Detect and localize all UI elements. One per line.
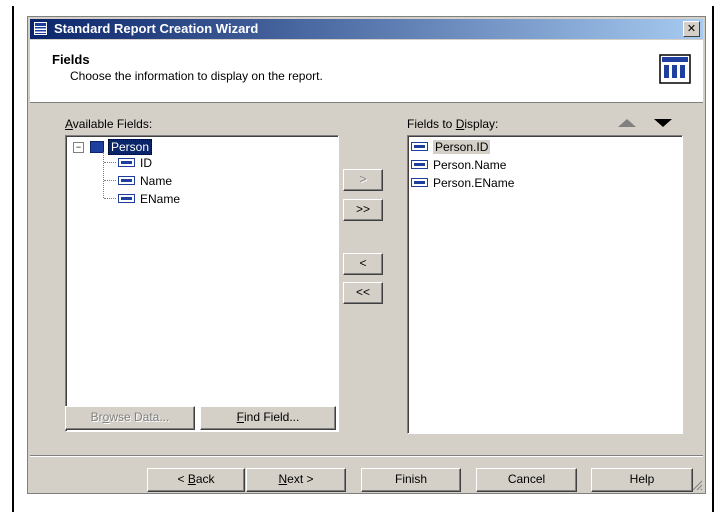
window-title: Standard Report Creation Wizard (54, 21, 259, 36)
tree-connector (104, 180, 116, 181)
tree-node-label: Name (140, 174, 173, 188)
close-icon: ✕ (686, 23, 697, 35)
tree-node-person[interactable]: − Person (66, 139, 266, 155)
title-bar[interactable]: Standard Report Creation Wizard ✕ (30, 19, 703, 39)
resize-grip-icon[interactable] (691, 479, 703, 491)
tree-connector (103, 152, 104, 198)
browse-data-button[interactable]: Browse Data... (65, 406, 195, 430)
available-fields-label-text: vailable Fields: (72, 117, 153, 131)
help-button[interactable]: Help (591, 468, 693, 492)
table-icon (90, 140, 104, 153)
button-mnemonic: B (187, 472, 196, 486)
report-grid-icon (659, 54, 691, 84)
button-mnemonic: F (236, 410, 244, 424)
page-title: Fields (52, 52, 90, 67)
display-list-item[interactable]: Person.Name (411, 157, 506, 173)
button-mnemonic: N (278, 472, 288, 486)
tree-connector (104, 162, 116, 163)
footer-separator (30, 455, 703, 457)
display-item-label: Person.ID (433, 140, 491, 154)
available-fields-tree[interactable]: − Person ID Name EName (65, 135, 339, 432)
tree-node-field[interactable]: Name (118, 173, 172, 189)
wizard-window: Standard Report Creation Wizard ✕ Fields… (27, 16, 706, 494)
display-list-item[interactable]: Person.EName (411, 175, 514, 191)
remove-all-fields-button[interactable]: << (343, 282, 383, 304)
button-text: ind Field... (243, 410, 300, 424)
field-icon (118, 176, 135, 186)
display-label-text: Fields to (407, 117, 456, 131)
close-button[interactable]: ✕ (683, 21, 700, 37)
button-text: ack (195, 472, 215, 486)
back-button[interactable]: < Back (147, 468, 245, 492)
available-fields-label: Available Fields: (65, 117, 152, 131)
next-button[interactable]: Next > (246, 468, 346, 492)
wizard-header: Fields Choose the information to display… (30, 40, 703, 103)
find-field-button[interactable]: Find Field... (200, 406, 336, 430)
wizard-app-icon (33, 21, 48, 36)
field-icon (411, 178, 428, 188)
tree-node-label: EName (140, 192, 181, 206)
field-icon (411, 160, 428, 170)
display-item-label: Person.EName (433, 176, 515, 190)
add-field-button[interactable]: > (343, 169, 383, 191)
cancel-button[interactable]: Cancel (476, 468, 577, 492)
field-icon (411, 142, 428, 152)
available-fields-mnemonic: A (65, 117, 73, 131)
button-text: < (177, 472, 188, 486)
collapse-icon[interactable]: − (73, 142, 84, 153)
button-text: ext > (287, 472, 314, 486)
move-down-icon[interactable] (654, 119, 672, 127)
field-icon (118, 158, 135, 168)
tree-connector (104, 198, 116, 199)
button-text: wse Data... (109, 410, 170, 424)
fields-to-display-label: Fields to Display: (407, 117, 498, 131)
move-up-icon[interactable] (618, 119, 636, 127)
tree-node-field[interactable]: ID (118, 155, 152, 171)
page-subtitle: Choose the information to display on the… (70, 69, 323, 83)
finish-button[interactable]: Finish (361, 468, 461, 492)
display-label-text: isplay: (464, 117, 499, 131)
display-list-item[interactable]: Person.ID (411, 139, 491, 155)
remove-field-button[interactable]: < (343, 253, 383, 275)
tree-node-field[interactable]: EName (118, 191, 180, 207)
display-item-label: Person.Name (433, 158, 507, 172)
tree-node-label: ID (140, 156, 152, 170)
button-text: Br (90, 410, 103, 424)
fields-to-display-list[interactable]: Person.ID Person.Name Person.EName (407, 135, 683, 434)
add-all-fields-button[interactable]: >> (343, 199, 383, 221)
field-icon (118, 194, 135, 204)
tree-node-label: Person (108, 139, 153, 155)
